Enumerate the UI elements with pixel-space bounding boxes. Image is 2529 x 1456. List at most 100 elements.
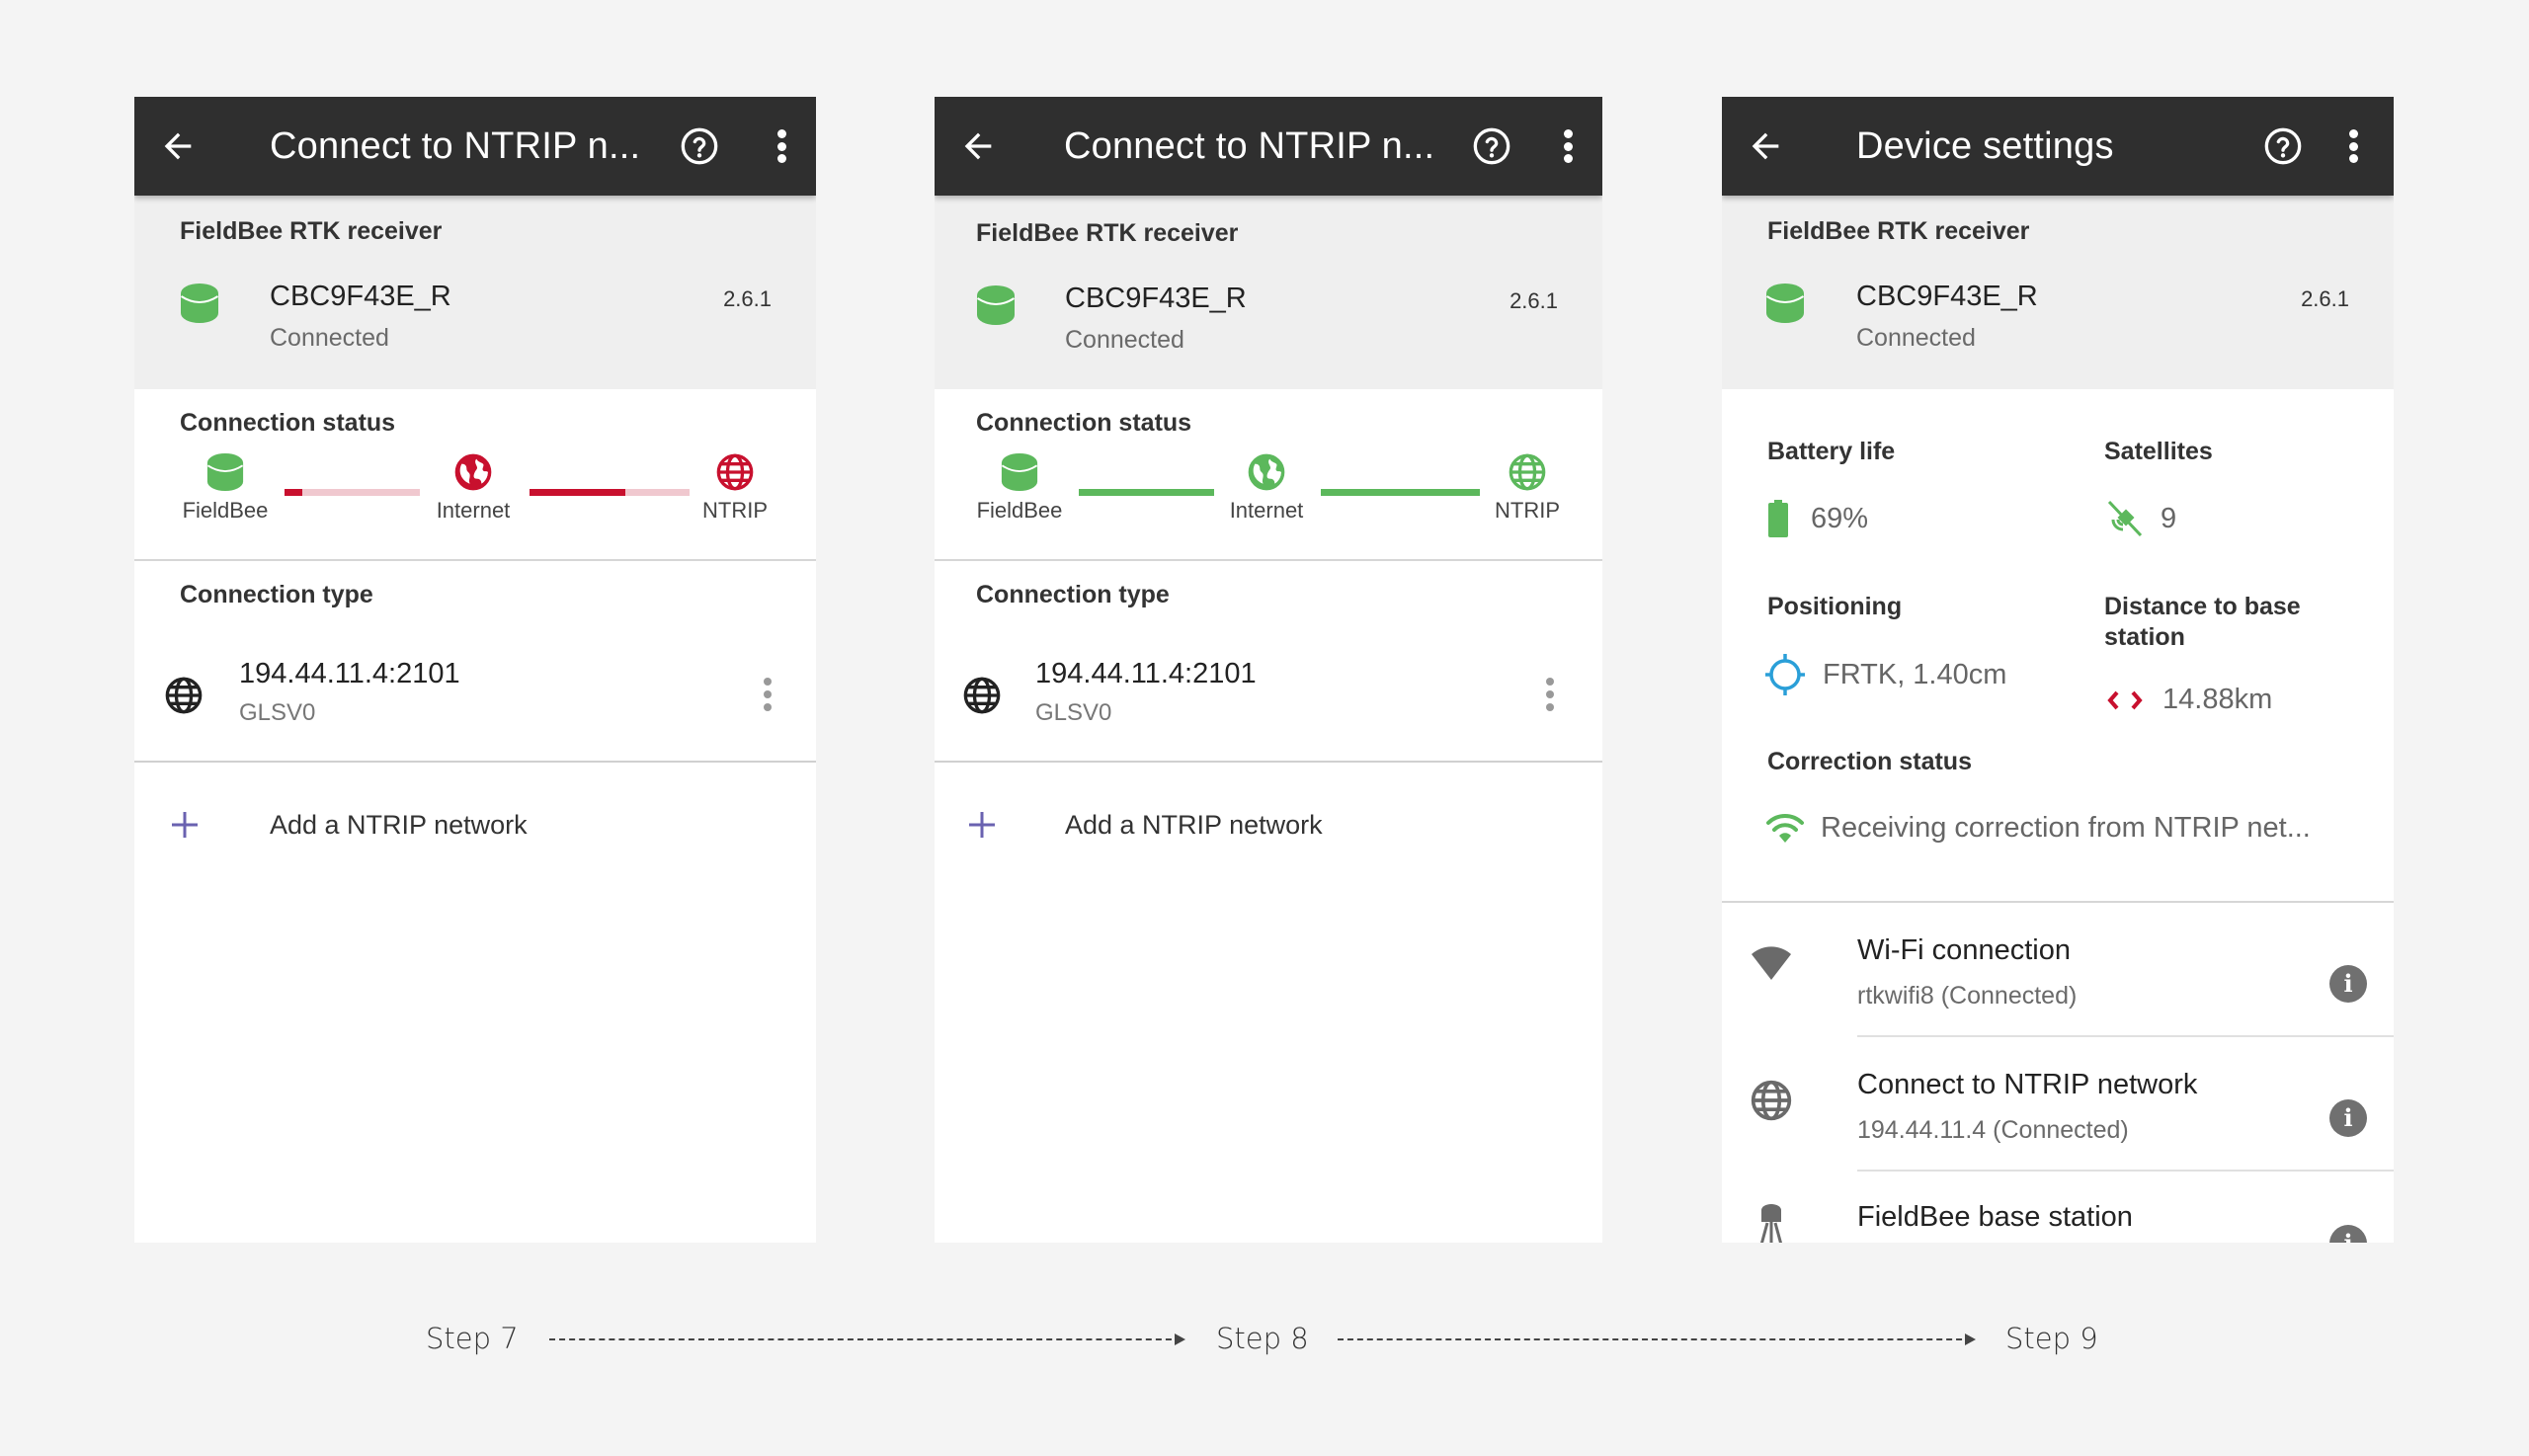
globe-icon — [1750, 1079, 1793, 1122]
device-name: CBC9F43E_R — [270, 281, 451, 312]
help-icon[interactable] — [680, 126, 719, 166]
globe-icon — [715, 452, 755, 492]
receiver-device-icon — [976, 284, 1016, 326]
battery-label: Battery life — [1767, 438, 1896, 465]
link-progress-fill — [285, 489, 302, 496]
correction-status-value: Receiving correction from NTRIP net... — [1821, 812, 2311, 844]
app-bar: Connect to NTRIP n... — [935, 97, 1602, 196]
receiver-device-icon — [180, 283, 219, 324]
more-options-icon[interactable] — [775, 126, 788, 166]
correction-status-label: Correction status — [1767, 748, 1972, 775]
distance-value: 14.88km — [2162, 684, 2273, 715]
dashed-arrow — [1338, 1334, 1976, 1345]
battery-value: 69% — [1811, 502, 1869, 534]
link-progress-bar — [530, 489, 690, 496]
positioning-value-row: FRTK, 1.40cm — [1765, 654, 2006, 695]
earth-icon — [1247, 452, 1286, 492]
node-fieldbee: FieldBee — [960, 452, 1079, 524]
screen-title: Connect to NTRIP n... — [270, 125, 641, 167]
satellites-label: Satellites — [2104, 438, 2213, 465]
connection-options-icon[interactable] — [1545, 678, 1555, 711]
plus-icon — [969, 812, 995, 838]
node-internet: Internet — [1207, 452, 1326, 524]
node-label: NTRIP — [702, 498, 768, 523]
receiver-section-label: FieldBee RTK receiver — [180, 217, 443, 245]
node-label: Internet — [1229, 498, 1304, 523]
info-icon[interactable]: i — [2329, 1225, 2367, 1243]
device-status: Connected — [1856, 324, 1976, 352]
back-arrow-icon[interactable] — [958, 126, 998, 166]
link-progress-bar — [1079, 489, 1214, 496]
help-icon[interactable] — [1472, 126, 1511, 166]
wifi-signal-icon — [1766, 813, 1804, 843]
add-ntrip-network-button[interactable]: Add a NTRIP network — [935, 763, 1602, 881]
plus-icon — [172, 812, 198, 838]
connection-status-label: Connection status — [180, 409, 396, 437]
ntrip-address[interactable]: 194.44.11.4:2101 — [239, 658, 460, 690]
receiver-section-label: FieldBee RTK receiver — [1767, 217, 2030, 245]
step-label: Step 7 — [426, 1322, 519, 1355]
receiver-card[interactable]: FieldBee RTK receiver CBC9F43E_R Connect… — [935, 196, 1602, 389]
base-station-icon — [1759, 1204, 1783, 1243]
firmware-version: 2.6.1 — [723, 286, 772, 311]
positioning-value: FRTK, 1.40cm — [1823, 658, 2007, 690]
receiver-card[interactable]: FieldBee RTK receiver CBC9F43E_R Connect… — [1722, 196, 2394, 389]
device-status: Connected — [270, 324, 389, 352]
add-ntrip-network-label: Add a NTRIP network — [1065, 810, 1323, 840]
help-icon[interactable] — [2263, 126, 2303, 166]
connection-status-section: Connection status FieldBee Internet NTRI… — [134, 389, 816, 561]
ntrip-mountpoint: GLSV0 — [239, 699, 316, 726]
info-icon[interactable]: i — [2329, 1099, 2367, 1137]
link-progress-bar — [285, 489, 420, 496]
positioning-label: Positioning — [1767, 593, 1903, 620]
step-label: Step 9 — [2005, 1322, 2098, 1355]
device-name: CBC9F43E_R — [1856, 281, 2038, 312]
code-brackets-icon — [2107, 690, 2143, 709]
node-internet: Internet — [414, 452, 532, 524]
satellite-icon — [2107, 500, 2143, 537]
back-arrow-icon[interactable] — [1746, 126, 1785, 166]
link-progress-fill — [1321, 489, 1480, 496]
list-item-ntrip[interactable]: Connect to NTRIP network 194.44.11.4 (Co… — [1722, 1037, 2394, 1172]
add-ntrip-network-label: Add a NTRIP network — [270, 810, 528, 840]
add-ntrip-network-button[interactable]: Add a NTRIP network — [134, 763, 816, 881]
device-name: CBC9F43E_R — [1065, 283, 1247, 314]
connection-type-label: Connection type — [180, 581, 373, 608]
dashed-arrow — [549, 1334, 1185, 1345]
globe-icon — [1508, 452, 1547, 492]
list-item-subtitle: 194.44.11.4 (Connected) — [1857, 1116, 2129, 1144]
node-label: NTRIP — [1495, 498, 1560, 523]
list-item-wifi[interactable]: Wi-Fi connection rtkwifi8 (Connected) i — [1722, 903, 2394, 1037]
ntrip-address[interactable]: 194.44.11.4:2101 — [1035, 658, 1257, 690]
list-item-title: FieldBee base station — [1857, 1201, 2133, 1233]
back-arrow-icon[interactable] — [158, 126, 198, 166]
link-progress-bar — [1321, 489, 1480, 496]
connection-type-section: Connection type 194.44.11.4:2101 GLSV0 — [935, 561, 1602, 763]
step-8-screen: Connect to NTRIP n... FieldBee RTK recei… — [935, 97, 1602, 1243]
receiver-device-icon — [205, 452, 245, 492]
earth-icon — [453, 452, 493, 492]
distance-label: Distance to base station — [2104, 593, 2301, 651]
node-ntrip: NTRIP — [676, 452, 794, 524]
device-stats-section: Battery life 69% Satellites 9 Positionin… — [1722, 389, 2394, 903]
link-progress-fill — [1079, 489, 1214, 496]
connection-type-label: Connection type — [976, 581, 1170, 608]
satellites-value: 9 — [2161, 502, 2177, 534]
connection-type-section: Connection type 194.44.11.4:2101 GLSV0 — [134, 561, 816, 763]
screen-title: Connect to NTRIP n... — [1064, 125, 1435, 167]
satellites-value-row: 9 — [2107, 500, 2176, 537]
ntrip-mountpoint: GLSV0 — [1035, 699, 1112, 726]
more-options-icon[interactable] — [2346, 126, 2360, 166]
step-flow: Step 7 Step 8 Step 9 — [0, 1314, 2529, 1363]
list-item-subtitle: rtkwifi8 (Connected) — [1857, 982, 2078, 1010]
globe-icon — [962, 676, 1002, 715]
more-options-icon[interactable] — [1561, 126, 1575, 166]
info-icon[interactable]: i — [2329, 965, 2367, 1003]
app-bar: Connect to NTRIP n... — [134, 97, 816, 196]
receiver-section-label: FieldBee RTK receiver — [976, 219, 1239, 247]
list-item-title: Connect to NTRIP network — [1857, 1069, 2198, 1100]
step-9-screen: Device settings FieldBee RTK receiver CB… — [1722, 97, 2394, 1243]
connection-options-icon[interactable] — [763, 678, 773, 711]
receiver-card[interactable]: FieldBee RTK receiver CBC9F43E_R Connect… — [134, 196, 816, 389]
list-item-base-station[interactable]: FieldBee base station i — [1722, 1172, 2394, 1243]
